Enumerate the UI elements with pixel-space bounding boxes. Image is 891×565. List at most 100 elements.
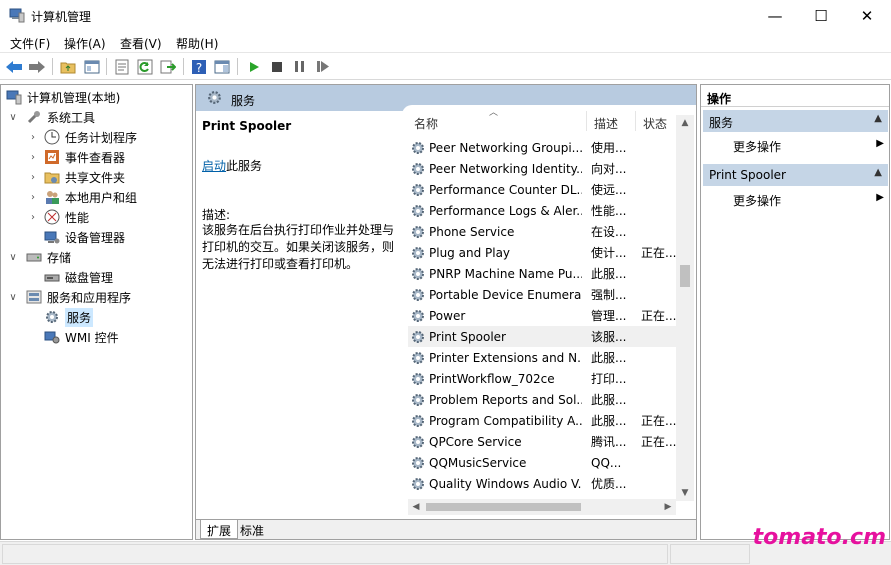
expanded-chevron-icon[interactable]: ∨ [8,252,18,263]
service-row[interactable]: Peer Networking Identity... 向对... [408,158,676,179]
horizontal-scroll-thumb[interactable] [426,503,581,511]
collapsed-chevron-icon[interactable]: › [28,132,38,143]
menu-help[interactable]: 帮助(H) [176,35,218,52]
tab-standard[interactable]: 标准 [234,520,270,539]
tree-item-services-apps[interactable]: 服务和应用程序 [26,287,131,307]
service-row[interactable]: Performance Counter DL... 使远... [408,179,676,200]
minimize-button[interactable]: — [752,0,798,31]
tree-item-services[interactable]: 服务 [44,307,94,327]
menu-action[interactable]: 操作(A) [64,35,106,52]
more-actions-print-spooler[interactable]: 更多操作 ▶ [733,189,888,209]
maximize-button[interactable]: ☐ [798,0,844,31]
service-gear-icon [412,267,424,280]
collapsed-chevron-icon[interactable]: › [28,192,38,203]
vertical-scrollbar[interactable]: ▲ ▼ [676,115,694,501]
tree-item-shared-folders[interactable]: 共享文件夹 [44,167,125,187]
menu-view[interactable]: 查看(V) [120,35,162,52]
clock-icon [44,129,60,145]
tree-item-performance[interactable]: 性能 [44,207,89,227]
help-icon: ? [191,59,206,75]
minimize-icon: — [767,6,783,25]
service-name: Performance Counter DL... [429,182,582,197]
service-row[interactable]: Phone Service 在设... [408,221,676,242]
tree-label: 服务和应用程序 [47,290,132,305]
scroll-right-icon[interactable]: ▶ [660,499,676,515]
service-row[interactable]: Program Compatibility A... 此服... 正在... [408,410,676,431]
scroll-up-icon[interactable]: ▲ [676,115,694,131]
service-gear-icon [412,183,424,196]
tab-extended[interactable]: 扩展 [200,520,239,539]
expanded-chevron-icon[interactable]: ∨ [8,112,18,123]
column-header-description[interactable]: 描述 [594,115,618,132]
show-hide-tree-button[interactable] [82,57,101,76]
column-header-status[interactable]: 状态 [643,115,667,132]
column-header-name[interactable]: 名称 [414,115,438,132]
service-row[interactable]: QQMusicService QQ... [408,452,676,473]
export-list-button[interactable] [158,57,177,76]
more-actions-services[interactable]: 更多操作 ▶ [733,135,888,155]
vertical-scroll-thumb[interactable] [680,265,690,287]
service-row[interactable]: Plug and Play 使计... 正在... [408,242,676,263]
tree-item-storage[interactable]: 存储 [26,247,71,267]
service-row[interactable]: Performance Logs & Aler... 性能... [408,200,676,221]
actions-section-print-spooler[interactable]: Print Spooler ▲ [703,164,888,186]
users-icon [46,191,59,204]
service-row[interactable]: Quality Windows Audio V... 优质... [408,473,676,494]
service-gear-icon [412,288,424,301]
tree-item-system-tools[interactable]: 系统工具 [26,107,95,127]
service-row[interactable]: Problem Reports and Sol... 此服... [408,389,676,410]
tree-item-task-scheduler[interactable]: 任务计划程序 [44,127,137,147]
stop-service-button[interactable] [267,57,286,76]
close-button[interactable]: ✕ [844,0,890,31]
tree-item-device-manager[interactable]: 设备管理器 [44,227,125,247]
back-button[interactable] [4,57,23,76]
collapse-up-icon[interactable]: ▲ [874,167,882,178]
scroll-left-icon[interactable]: ◀ [408,499,424,515]
start-service-suffix: 此服务 [226,159,263,173]
collapsed-chevron-icon[interactable]: › [28,172,38,183]
service-row[interactable]: QPCore Service 腾讯... 正在... [408,431,676,452]
service-name: Program Compatibility A... [429,413,582,428]
collapse-up-icon[interactable]: ▲ [874,113,882,124]
service-gear-icon [412,414,424,427]
tree-label: 系统工具 [47,110,96,125]
resume-service-button[interactable] [313,57,332,76]
performance-icon [44,209,60,225]
tree-item-root[interactable]: 计算机管理(本地) [6,87,120,107]
help-button[interactable]: ? [189,57,208,76]
tree-item-wmi[interactable]: WMI 控件 [44,327,119,347]
service-row[interactable]: Power 管理... 正在... [408,305,676,326]
service-row[interactable]: PNRP Machine Name Pu... 此服... [408,263,676,284]
service-description-cell: 此服... [591,351,627,365]
service-description-cell: 管理... [591,309,627,323]
tree-item-event-viewer[interactable]: 事件查看器 [44,147,125,167]
service-name: Plug and Play [429,245,511,260]
up-one-level-button[interactable] [58,57,77,76]
collapsed-chevron-icon[interactable]: › [28,212,38,223]
properties-button[interactable] [112,57,131,76]
action-pane-button[interactable] [212,57,231,76]
description-label: 描述: [202,208,231,222]
tree-item-local-users[interactable]: 本地用户和组 [44,187,137,207]
service-row[interactable]: PrintWorkflow_702ce 打印... [408,368,676,389]
menu-file[interactable]: 文件(F) [10,35,50,52]
tree-item-disk-management[interactable]: 磁盘管理 [44,267,113,287]
refresh-button[interactable] [135,57,154,76]
service-row[interactable]: Portable Device Enumera... 强制... [408,284,676,305]
section-label: Print Spooler [709,168,786,182]
forward-button[interactable] [27,57,46,76]
tree-label: 磁盘管理 [65,270,114,285]
pause-service-button[interactable] [290,57,309,76]
scroll-down-icon[interactable]: ▼ [676,485,694,501]
expanded-chevron-icon[interactable]: ∨ [8,292,18,303]
start-service-link[interactable]: 启动 [202,159,226,173]
computer-management-icon [9,8,25,23]
actions-section-services[interactable]: 服务 ▲ [703,110,888,132]
service-row[interactable]: Print Spooler 该服... [408,326,676,347]
service-row[interactable]: Peer Networking Groupi... 使用... [408,137,676,158]
service-row[interactable]: Printer Extensions and N... 此服... [408,347,676,368]
start-service-button[interactable] [244,57,263,76]
horizontal-scrollbar[interactable]: ◀ ▶ [408,499,676,515]
service-description-cell: 使计... [591,246,627,260]
collapsed-chevron-icon[interactable]: › [28,152,38,163]
